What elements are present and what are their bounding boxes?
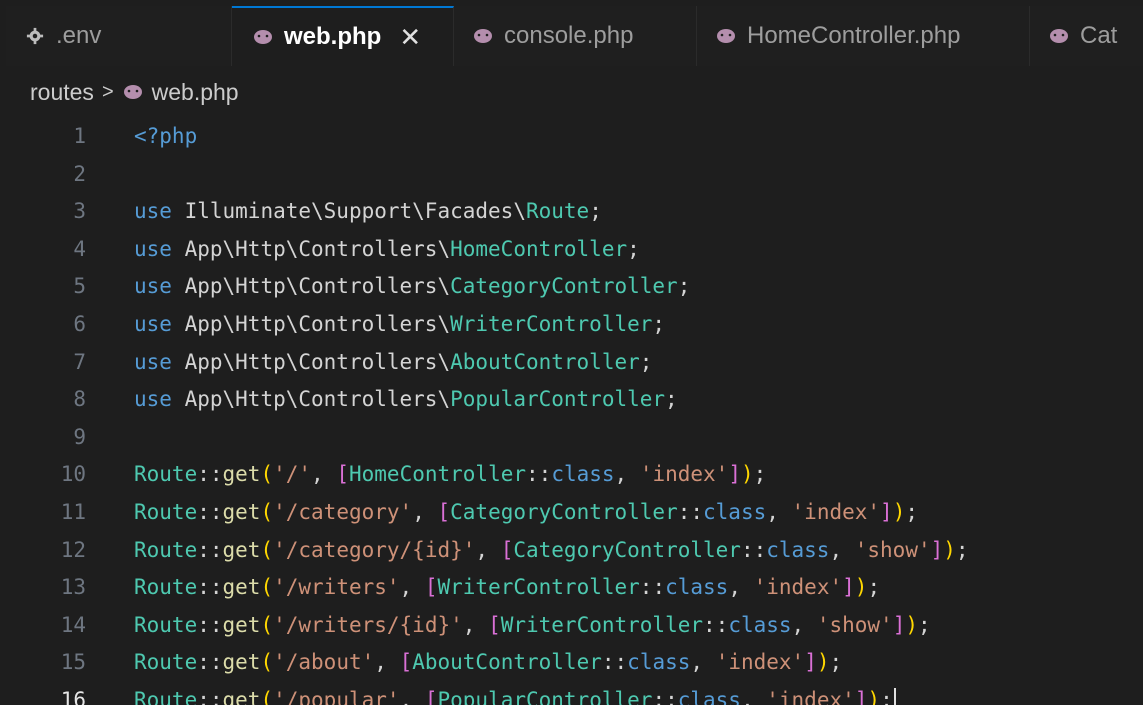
code-line[interactable]: 4 use App\Http\Controllers\HomeController… bbox=[6, 231, 1143, 269]
code-text[interactable]: Route::get('/', [HomeController::class, … bbox=[134, 456, 766, 494]
code-line[interactable]: 15 Route::get('/about', [AboutController:… bbox=[6, 644, 1143, 682]
code-line[interactable]: 12 Route::get('/category/{id}', [Category… bbox=[6, 532, 1143, 570]
tab-label: console.php bbox=[504, 22, 634, 49]
line-number: 11 bbox=[60, 499, 86, 524]
line-number: 9 bbox=[73, 424, 86, 449]
code-line[interactable]: 3 use Illuminate\Support\Facades\Route; bbox=[6, 193, 1143, 231]
line-number: 15 bbox=[60, 650, 86, 675]
code-line[interactable]: 13 Route::get('/writers', [WriterControll… bbox=[6, 569, 1143, 607]
tab-bar: .env web.php ✕ console.php HomeControlle… bbox=[6, 6, 1143, 66]
php-elephant-icon bbox=[1050, 29, 1068, 43]
line-number: 12 bbox=[60, 537, 86, 562]
breadcrumb: routes > web.php bbox=[6, 66, 1143, 118]
code-line[interactable]: 8 use App\Http\Controllers\PopularControl… bbox=[6, 381, 1143, 419]
line-number: 14 bbox=[60, 612, 86, 637]
code-text[interactable]: Route::get('/popular', [PopularControlle… bbox=[134, 682, 896, 705]
tab-homecontroller-php[interactable]: HomeController.php bbox=[697, 6, 1030, 66]
code-text[interactable]: Route::get('/about', [AboutController::c… bbox=[134, 644, 842, 682]
code-text[interactable]: use App\Http\Controllers\HomeController; bbox=[134, 231, 640, 269]
line-number: 2 bbox=[73, 161, 86, 186]
breadcrumb-file[interactable]: web.php bbox=[152, 79, 239, 106]
code-line[interactable]: 16 Route::get('/popular', [PopularControl… bbox=[6, 682, 1143, 705]
line-number: 6 bbox=[73, 311, 86, 336]
line-number: 1 bbox=[73, 124, 86, 148]
close-icon[interactable]: ✕ bbox=[399, 22, 421, 53]
code-text[interactable]: Route::get('/writers', [WriterController… bbox=[134, 569, 880, 607]
code-text[interactable]: use App\Http\Controllers\AboutController… bbox=[134, 344, 652, 382]
tab-label: web.php bbox=[284, 23, 382, 50]
tab-category-truncated[interactable]: Cat bbox=[1030, 6, 1143, 66]
gear-icon bbox=[26, 27, 44, 45]
code-text[interactable]: use Illuminate\Support\Facades\Route; bbox=[134, 193, 602, 231]
tab-env[interactable]: .env bbox=[6, 6, 232, 66]
php-elephant-icon bbox=[474, 29, 492, 43]
line-number: 10 bbox=[60, 462, 86, 487]
tab-label: .env bbox=[56, 22, 102, 49]
code-editor[interactable]: 1 <?php 2 3 use Illuminate\Support\Facades\R… bbox=[6, 118, 1143, 705]
line-number: 7 bbox=[73, 349, 86, 374]
code-line[interactable]: 10 Route::get('/', [HomeController::class… bbox=[6, 456, 1143, 494]
line-number: 3 bbox=[73, 199, 86, 224]
code-line[interactable]: 1 <?php bbox=[6, 118, 1143, 156]
code-text[interactable]: use App\Http\Controllers\PopularControll… bbox=[134, 381, 678, 419]
line-number: 5 bbox=[73, 274, 86, 299]
chevron-right-icon: > bbox=[101, 80, 114, 103]
tab-label: HomeController.php bbox=[747, 22, 961, 49]
line-number: 8 bbox=[73, 387, 86, 412]
code-text[interactable]: Route::get('/category', [CategoryControl… bbox=[134, 494, 918, 532]
code-text[interactable]: Route::get('/category/{id}', [CategoryCo… bbox=[134, 532, 969, 570]
breadcrumb-folder[interactable]: routes bbox=[30, 79, 94, 106]
line-number: 13 bbox=[60, 575, 86, 600]
code-line[interactable]: 11 Route::get('/category', [CategoryContr… bbox=[6, 494, 1143, 532]
editor-window: .env web.php ✕ console.php HomeControlle… bbox=[6, 6, 1143, 705]
text-cursor bbox=[893, 687, 896, 705]
code-line[interactable]: 2 bbox=[6, 156, 1143, 194]
code-text[interactable]: use App\Http\Controllers\CategoryControl… bbox=[134, 268, 690, 306]
code-line[interactable]: 5 use App\Http\Controllers\CategoryContro… bbox=[6, 268, 1143, 306]
php-elephant-icon bbox=[123, 85, 142, 99]
tab-label: Cat bbox=[1080, 22, 1118, 49]
code-text[interactable]: Route::get('/writers/{id}', [WriterContr… bbox=[134, 607, 931, 645]
code-line[interactable]: 6 use App\Http\Controllers\WriterControll… bbox=[6, 306, 1143, 344]
php-elephant-icon bbox=[254, 30, 272, 44]
php-elephant-icon bbox=[717, 29, 735, 43]
tab-console-php[interactable]: console.php bbox=[454, 6, 697, 66]
tab-web-php[interactable]: web.php ✕ bbox=[232, 6, 454, 66]
code-line[interactable]: 7 use App\Http\Controllers\AboutControlle… bbox=[6, 344, 1143, 382]
code-line[interactable]: 9 bbox=[6, 419, 1143, 457]
code-text[interactable]: <?php bbox=[134, 118, 197, 156]
code-line[interactable]: 14 Route::get('/writers/{id}', [WriterCon… bbox=[6, 607, 1143, 645]
line-number: 16 bbox=[60, 687, 86, 705]
line-number: 4 bbox=[73, 236, 86, 261]
code-text[interactable]: use App\Http\Controllers\WriterControlle… bbox=[134, 306, 665, 344]
